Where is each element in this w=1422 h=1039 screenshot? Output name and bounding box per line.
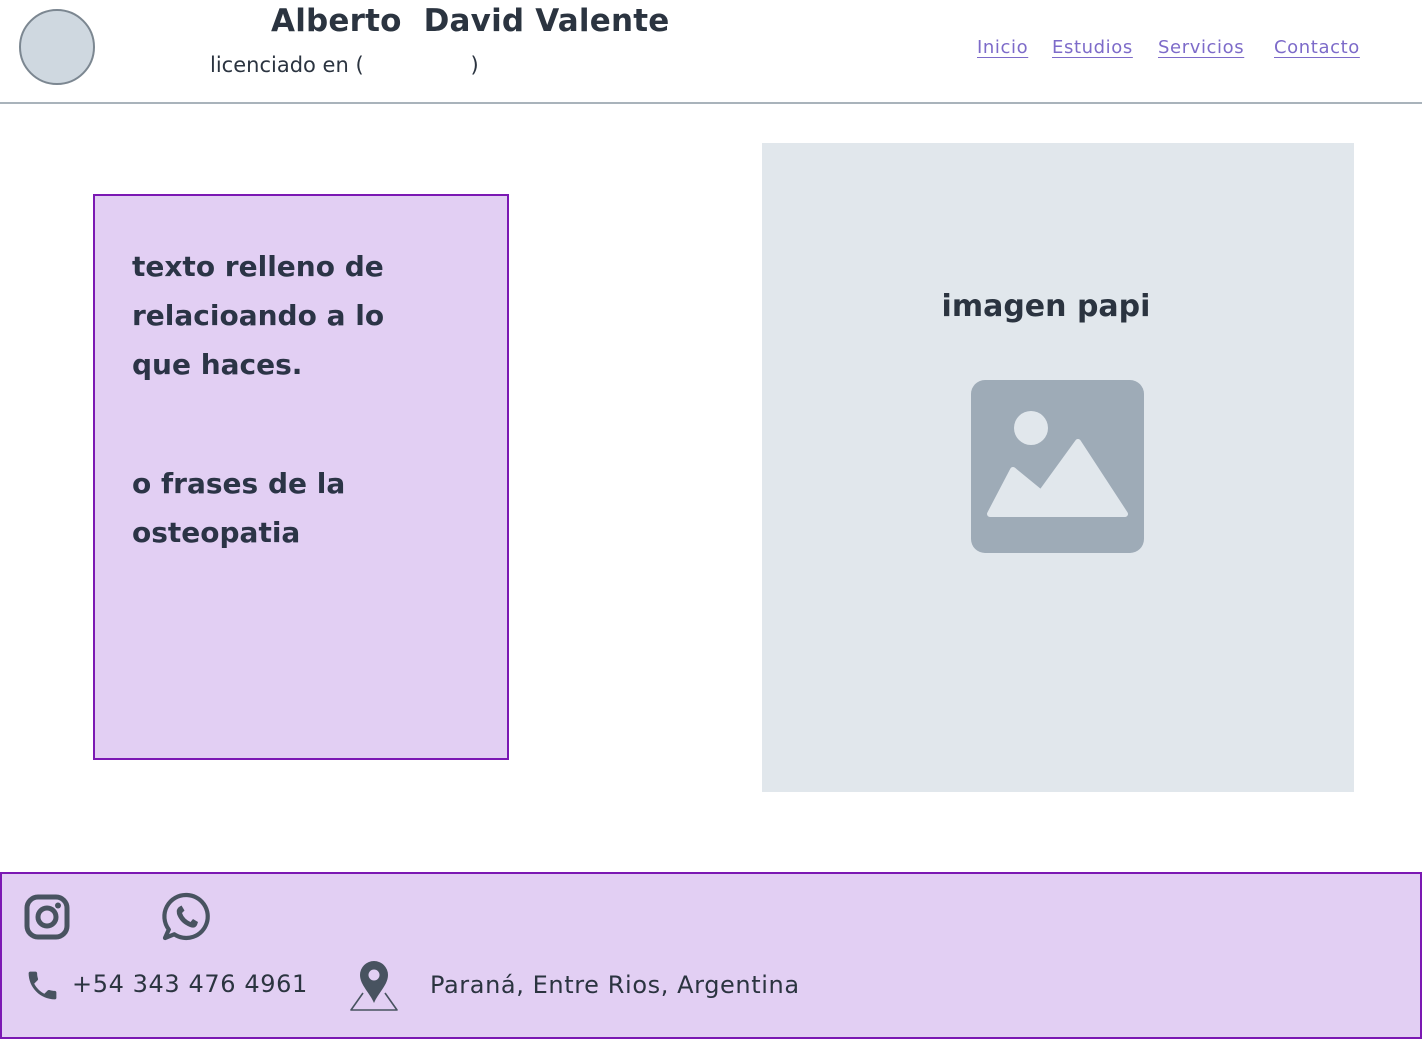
site-footer: +54 343 476 4961 Paraná, Entre Rios, Arg… [0,872,1422,1039]
image-title: imagen papi [941,289,1151,324]
page-title: Alberto David Valente [271,3,670,39]
nav-link-inicio[interactable]: Inicio [977,37,1028,58]
whatsapp-icon[interactable] [161,891,213,943]
subtitle: licenciado en ( ) [210,53,479,77]
site-header: Alberto David Valente licenciado en ( ) … [0,0,1422,104]
avatar [19,9,95,85]
image-panel: imagen papi [762,143,1354,792]
image-placeholder-icon [971,380,1144,553]
nav-link-estudios[interactable]: Estudios [1052,37,1133,58]
instagram-icon[interactable] [24,894,70,940]
map-pin-icon [350,961,398,1011]
nav-link-servicios[interactable]: Servicios [1158,37,1244,58]
card-paragraph-1: texto relleno de relacioando a lo que ha… [132,250,385,381]
card-paragraph-2: o frases de la osteopatia [132,467,346,549]
phone-icon [28,971,57,1000]
location-text: Paraná, Entre Rios, Argentina [430,971,800,999]
text-card: texto relleno de relacioando a lo que ha… [93,194,509,760]
nav-link-contacto[interactable]: Contacto [1274,37,1360,58]
phone-number: +54 343 476 4961 [72,970,308,998]
